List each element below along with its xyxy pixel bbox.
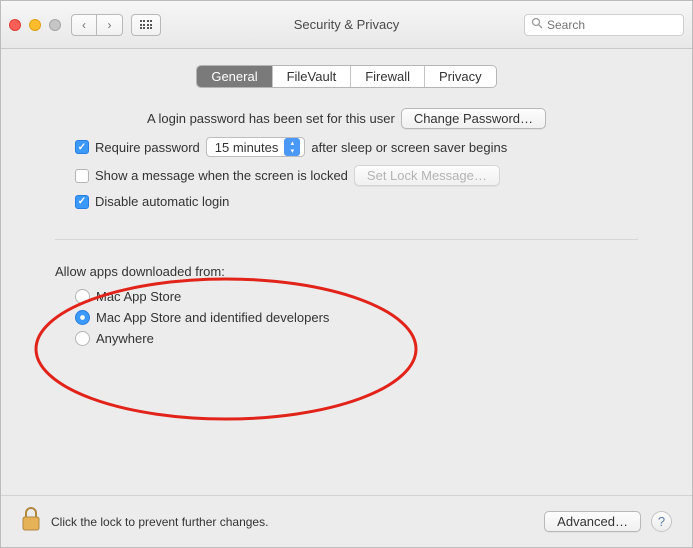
tab-filevault[interactable]: FileVault bbox=[273, 66, 352, 87]
forward-button[interactable]: › bbox=[97, 14, 123, 36]
gatekeeper-option-label: Anywhere bbox=[96, 331, 154, 346]
help-icon: ? bbox=[658, 514, 665, 529]
disable-auto-label: Disable automatic login bbox=[95, 194, 229, 209]
gatekeeper-radio-group: Mac App Store Mac App Store and identifi… bbox=[75, 289, 638, 346]
lock-icon[interactable] bbox=[21, 507, 41, 536]
show-message-label: Show a message when the screen is locked bbox=[95, 168, 348, 183]
login-password-row: A login password has been set for this u… bbox=[55, 108, 638, 129]
advanced-button[interactable]: Advanced… bbox=[544, 511, 641, 532]
maximize-icon bbox=[49, 19, 61, 31]
titlebar: ‹ › Security & Privacy bbox=[1, 1, 692, 49]
show-message-checkbox[interactable] bbox=[75, 169, 89, 183]
gatekeeper-option-identified[interactable]: Mac App Store and identified developers bbox=[75, 310, 638, 325]
radio-icon bbox=[75, 331, 90, 346]
stepper-icon bbox=[284, 138, 300, 156]
disable-auto-row: Disable automatic login bbox=[75, 194, 638, 209]
search-input[interactable] bbox=[547, 18, 677, 32]
divider bbox=[55, 239, 638, 240]
gatekeeper-option-label: Mac App Store and identified developers bbox=[96, 310, 329, 325]
lock-text: Click the lock to prevent further change… bbox=[51, 515, 268, 529]
require-password-label: Require password bbox=[95, 140, 200, 155]
traffic-lights bbox=[9, 19, 61, 31]
chevron-right-icon: › bbox=[108, 18, 112, 32]
radio-icon bbox=[75, 310, 90, 325]
set-lock-message-button: Set Lock Message… bbox=[354, 165, 500, 186]
gatekeeper-option-anywhere[interactable]: Anywhere bbox=[75, 331, 638, 346]
radio-icon bbox=[75, 289, 90, 304]
show-all-button[interactable] bbox=[131, 14, 161, 36]
search-icon bbox=[531, 17, 543, 32]
bottom-bar: Click the lock to prevent further change… bbox=[1, 495, 692, 547]
gatekeeper-option-label: Mac App Store bbox=[96, 289, 181, 304]
gatekeeper-title: Allow apps downloaded from: bbox=[55, 264, 638, 279]
window-title: Security & Privacy bbox=[294, 17, 399, 32]
close-icon[interactable] bbox=[9, 19, 21, 31]
login-intro-label: A login password has been set for this u… bbox=[147, 111, 395, 126]
tab-segment: General FileVault Firewall Privacy bbox=[196, 65, 496, 88]
tab-general[interactable]: General bbox=[197, 66, 272, 87]
require-after-label: after sleep or screen saver begins bbox=[311, 140, 507, 155]
change-password-button[interactable]: Change Password… bbox=[401, 108, 546, 129]
grid-icon bbox=[140, 20, 153, 29]
require-password-row: Require password 15 minutes after sleep … bbox=[75, 137, 638, 157]
require-delay-value: 15 minutes bbox=[215, 140, 279, 155]
minimize-icon[interactable] bbox=[29, 19, 41, 31]
chevron-left-icon: ‹ bbox=[82, 18, 86, 32]
show-message-row: Show a message when the screen is locked… bbox=[75, 165, 638, 186]
back-button[interactable]: ‹ bbox=[71, 14, 97, 36]
help-button[interactable]: ? bbox=[651, 511, 672, 532]
search-field[interactable] bbox=[524, 14, 684, 36]
require-password-checkbox[interactable] bbox=[75, 140, 89, 154]
disable-auto-login-checkbox[interactable] bbox=[75, 195, 89, 209]
content: A login password has been set for this u… bbox=[1, 88, 692, 362]
tabs: General FileVault Firewall Privacy bbox=[1, 65, 692, 88]
require-delay-select[interactable]: 15 minutes bbox=[206, 137, 306, 157]
nav-group: ‹ › bbox=[71, 14, 123, 36]
tab-firewall[interactable]: Firewall bbox=[351, 66, 425, 87]
window: ‹ › Security & Privacy General FileVault bbox=[0, 0, 693, 548]
gatekeeper-option-appstore[interactable]: Mac App Store bbox=[75, 289, 638, 304]
bottom-right: Advanced… ? bbox=[544, 511, 672, 532]
tab-privacy[interactable]: Privacy bbox=[425, 66, 496, 87]
